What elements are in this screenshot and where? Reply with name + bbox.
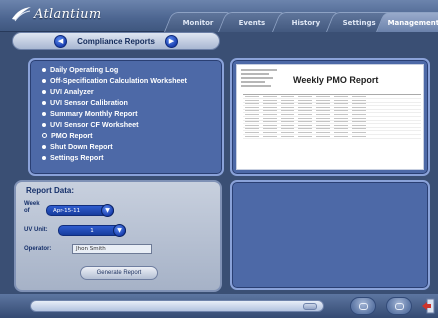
chevron-down-icon[interactable]: ▼ xyxy=(113,224,126,237)
preview-table-cell xyxy=(314,135,332,139)
preview-table-cell xyxy=(385,135,404,139)
report-label: UVI Sensor Calibration xyxy=(50,98,128,107)
footer-button-icon xyxy=(359,303,368,310)
report-item-summary-monthly[interactable]: Summary Monthly Report xyxy=(42,108,222,119)
app-header: Atlantium Monitor Events History Setting… xyxy=(0,0,438,32)
compliance-selector: ◀ Compliance Reports ▶ xyxy=(12,32,220,50)
exit-icon[interactable] xyxy=(421,298,435,314)
report-item-pmo-report[interactable]: PMO Report xyxy=(42,130,222,141)
logo-swoosh-icon xyxy=(12,7,31,22)
preview-header-cell xyxy=(385,89,403,94)
report-label: Daily Operating Log xyxy=(50,65,119,74)
tab-label: History xyxy=(291,18,321,27)
preview-table-cell xyxy=(243,135,261,139)
bullet-icon xyxy=(42,155,46,160)
report-item-daily-operating-log[interactable]: Daily Operating Log xyxy=(42,64,222,75)
report-label: Settings Report xyxy=(50,153,104,162)
preview-table-cell xyxy=(296,135,315,139)
bullet-icon xyxy=(42,111,46,116)
preview-table xyxy=(243,89,421,139)
preview-title: Weekly PMO Report xyxy=(293,75,379,85)
generate-report-button[interactable]: Generate Report xyxy=(80,266,158,280)
report-item-settings[interactable]: Settings Report xyxy=(42,152,222,163)
preview-table-cell xyxy=(331,135,350,139)
bullet-icon xyxy=(42,67,46,72)
week-value: Apr-15-11 xyxy=(53,207,81,214)
logo-text: Atlantium xyxy=(34,6,102,22)
next-arrow-icon[interactable]: ▶ xyxy=(164,34,178,48)
preview-header-cell xyxy=(368,89,386,94)
report-data-title: Report Data: xyxy=(26,186,75,195)
preview-header-cell xyxy=(350,89,368,94)
footer-button-right[interactable] xyxy=(386,297,412,315)
compliance-title: Compliance Reports xyxy=(77,36,155,46)
selected-radio-icon xyxy=(42,133,47,138)
report-item-uvi-sensor-calibration[interactable]: UVI Sensor Calibration xyxy=(42,97,222,108)
status-bar-button[interactable] xyxy=(303,303,317,310)
atlantium-logo: Atlantium xyxy=(10,6,101,22)
report-data-panel: Report Data: Week of Apr-15-11 ▼ UV Unit… xyxy=(14,180,222,292)
report-label: Shut Down Report xyxy=(50,142,113,151)
report-preview-panel: Weekly PMO Report xyxy=(230,58,430,176)
preview-header-cell xyxy=(243,89,261,94)
empty-panel xyxy=(230,180,430,290)
preview-header-cell xyxy=(296,89,314,94)
footer-button-left[interactable] xyxy=(350,297,376,315)
operator-input[interactable]: Jhon Smith xyxy=(72,244,152,254)
tab-label: Monitor xyxy=(182,18,214,27)
preview-table-cell xyxy=(403,135,421,139)
week-label: Week of xyxy=(24,201,40,214)
tab-label: Management xyxy=(388,18,438,27)
uv-unit-value: 1 xyxy=(90,227,94,234)
report-item-uvi-analyzer[interactable]: UVI Analyzer xyxy=(42,86,222,97)
preview-table-cell xyxy=(278,135,297,139)
status-bar xyxy=(30,300,324,312)
preview-table-row xyxy=(243,135,421,139)
chevron-down-icon[interactable]: ▼ xyxy=(101,204,114,217)
preview-table-cell xyxy=(260,135,279,139)
preview-header-cell xyxy=(261,89,279,94)
preview-header-cell xyxy=(279,89,297,94)
report-item-uvi-sensor-cf[interactable]: UVI Sensor CF Worksheet xyxy=(42,119,222,130)
report-list-panel: Daily Operating Log Off-Specification Ca… xyxy=(28,58,224,176)
footer-bar xyxy=(0,294,438,318)
tab-label: Events xyxy=(238,18,266,27)
report-item-shut-down[interactable]: Shut Down Report xyxy=(42,141,222,152)
bullet-icon xyxy=(42,144,46,149)
bullet-icon xyxy=(42,100,46,105)
preview-header-cell xyxy=(332,89,350,94)
report-preview-document[interactable]: Weekly PMO Report xyxy=(236,64,424,170)
week-select[interactable]: Apr-15-11 ▼ xyxy=(46,204,114,217)
bullet-icon xyxy=(42,122,46,127)
preview-table-cell xyxy=(349,135,368,139)
footer-button-icon xyxy=(395,303,404,310)
report-label: PMO Report xyxy=(51,131,93,140)
preview-header-cell xyxy=(403,89,421,94)
operator-value: Jhon Smith xyxy=(76,246,106,252)
report-label: Off-Specification Calculation Worksheet xyxy=(50,76,187,85)
bullet-icon xyxy=(42,78,46,83)
report-label: Summary Monthly Report xyxy=(50,109,138,118)
uv-unit-select[interactable]: 1 ▼ xyxy=(58,224,126,237)
bullet-icon xyxy=(42,89,46,94)
preview-table-cell xyxy=(367,135,386,139)
operator-label: Operator: xyxy=(24,246,52,252)
preview-header-cell xyxy=(314,89,332,94)
prev-arrow-icon[interactable]: ◀ xyxy=(54,34,68,48)
tab-management[interactable]: Management xyxy=(375,12,438,32)
report-label: UVI Sensor CF Worksheet xyxy=(50,120,139,129)
report-item-off-spec-worksheet[interactable]: Off-Specification Calculation Worksheet xyxy=(42,75,222,86)
uv-unit-label: UV Unit: xyxy=(24,227,48,233)
doc-header-block xyxy=(241,69,277,89)
report-label: UVI Analyzer xyxy=(50,87,94,96)
tab-label: Settings xyxy=(343,18,377,27)
